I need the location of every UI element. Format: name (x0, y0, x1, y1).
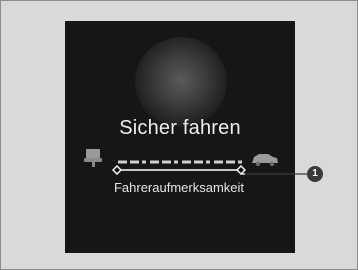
gauge-overlay (84, 149, 323, 182)
driver-seat-icon (84, 149, 102, 167)
callout-number: 1 (312, 168, 318, 179)
gauge-range-bracket (112, 165, 246, 175)
gauge-label: Fahreraufmerksamkeit (113, 180, 245, 195)
bracket-left-marker (112, 165, 122, 175)
bracket-right-marker (236, 165, 246, 175)
car-icon (252, 154, 278, 167)
